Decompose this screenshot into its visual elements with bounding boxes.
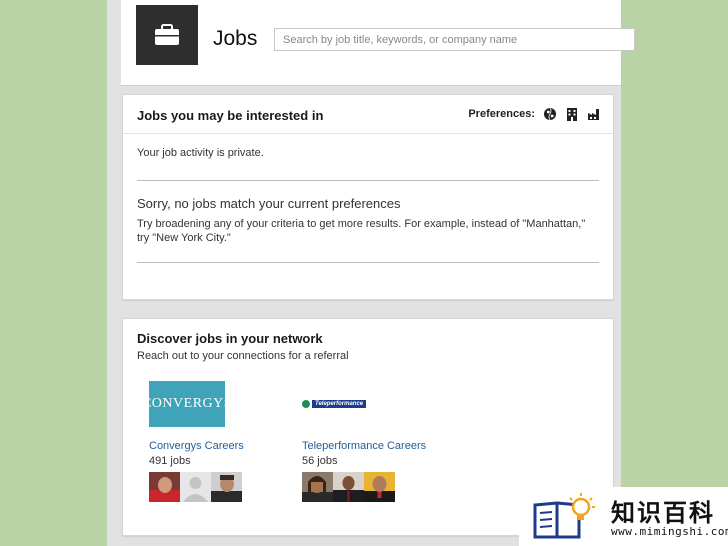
avatar[interactable] <box>180 472 211 502</box>
connection-avatars <box>302 472 442 502</box>
jobs-brand-tile[interactable] <box>136 5 198 65</box>
building-icon[interactable] <box>565 107 579 121</box>
company-card-teleperformance: Teleperformance Teleperformance Careers … <box>302 381 442 502</box>
company-link-convergys[interactable]: Convergys Careers <box>149 440 289 452</box>
teleperformance-logo[interactable]: Teleperformance <box>302 381 382 427</box>
network-card-subtitle: Reach out to your connections for a refe… <box>137 350 349 362</box>
company-link-teleperformance[interactable]: Teleperformance Careers <box>302 440 442 452</box>
network-card-title: Discover jobs in your network <box>137 331 323 346</box>
preferences-group: Preferences: <box>468 107 601 121</box>
interested-card-header: Jobs you may be interested in Preference… <box>123 95 613 134</box>
jobs-header: Jobs <box>121 0 635 86</box>
linkedin-jobs-screen: Jobs Jobs you may be interested in Prefe… <box>107 0 635 546</box>
divider <box>137 262 599 263</box>
globe-icon[interactable] <box>543 107 557 121</box>
watermark-url: www.mimingshi.com <box>611 525 728 538</box>
teleperformance-logo-dot <box>302 400 310 408</box>
no-match-title: Sorry, no jobs match your current prefer… <box>137 196 401 211</box>
watermark-badge: 知识百科 www.mimingshi.com <box>519 487 728 546</box>
convergys-logo[interactable]: CONVERGYS <box>142 381 232 427</box>
avatar[interactable] <box>302 472 333 502</box>
teleperformance-logo-mark: Teleperformance <box>302 400 367 408</box>
company-card-convergys: CONVERGYS Convergys Careers 491 jobs <box>142 381 289 502</box>
briefcase-icon <box>155 24 179 45</box>
interested-card-title: Jobs you may be interested in <box>137 108 324 123</box>
factory-icon[interactable] <box>587 107 601 121</box>
avatar[interactable] <box>211 472 242 502</box>
no-match-text: Try broadening any of your criteria to g… <box>137 218 586 244</box>
company-job-count: 56 jobs <box>302 455 338 467</box>
avatar[interactable] <box>364 472 395 502</box>
avatar[interactable] <box>333 472 364 502</box>
divider <box>137 180 599 181</box>
search-input[interactable] <box>274 28 635 51</box>
connection-avatars <box>149 472 289 502</box>
teleperformance-logo-text: Teleperformance <box>312 400 367 408</box>
company-job-count: 491 jobs <box>149 455 191 467</box>
page-title: Jobs <box>213 27 258 50</box>
interested-jobs-card: Jobs you may be interested in Preference… <box>122 94 614 300</box>
privacy-note: Your job activity is private. <box>137 147 264 159</box>
avatar[interactable] <box>149 472 180 502</box>
watermark-title: 知识百科 <box>611 500 715 527</box>
preferences-label: Preferences: <box>468 108 535 120</box>
book-lightbulb-icon <box>533 493 595 539</box>
